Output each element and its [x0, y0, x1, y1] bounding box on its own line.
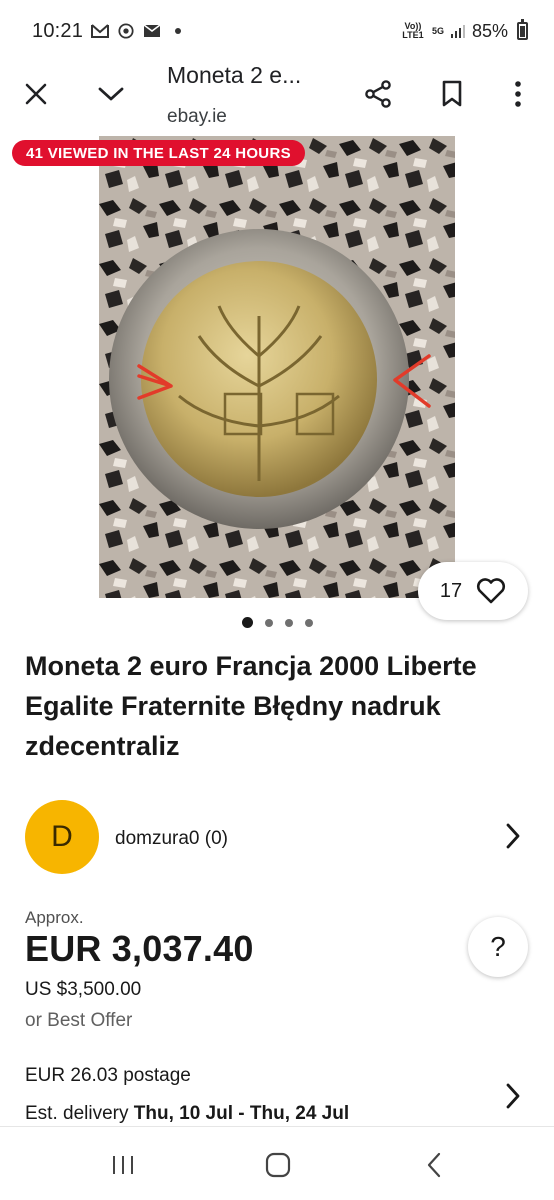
back-icon	[427, 1152, 441, 1178]
volte-icon: Vo)) LTE1	[402, 21, 424, 40]
signal-icon	[450, 25, 465, 38]
home-button[interactable]	[258, 1147, 298, 1183]
bookmark-button[interactable]	[430, 72, 474, 116]
best-offer-label: or Best Offer	[25, 1010, 133, 1031]
more-vert-icon	[515, 81, 521, 107]
avatar: D	[25, 800, 99, 874]
watch-count: 17	[439, 579, 463, 602]
share-icon	[365, 80, 391, 108]
chrome-icon	[118, 23, 134, 39]
system-nav-bar	[0, 1126, 554, 1200]
home-icon	[265, 1152, 291, 1178]
item-price: EUR 3,037.40	[25, 928, 254, 969]
question-icon: ?	[490, 931, 506, 962]
heart-icon	[477, 578, 506, 604]
back-button[interactable]	[414, 1147, 454, 1183]
seller-row[interactable]: D domzura0 (0)	[0, 800, 554, 878]
bookmark-icon	[442, 80, 462, 107]
close-icon	[25, 83, 47, 105]
usd-price: US $3,500.00	[25, 979, 142, 1000]
close-button[interactable]	[14, 72, 58, 116]
battery-percent: 85%	[471, 20, 508, 41]
chevron-down-icon	[98, 87, 124, 101]
watch-button[interactable]: 17	[418, 562, 528, 620]
delivery-label: Est. delivery	[25, 1103, 134, 1124]
notification-dot-icon	[175, 28, 182, 34]
mail-icon	[143, 24, 161, 37]
status-time: 10:21	[32, 19, 84, 42]
coin-image	[99, 136, 455, 598]
recents-button[interactable]	[103, 1147, 143, 1183]
pagination-dot[interactable]	[304, 618, 313, 627]
page-title: Moneta 2 e...	[167, 62, 302, 88]
collapse-button[interactable]	[89, 72, 133, 116]
approx-label: Approx.	[25, 908, 84, 927]
pagination-dot[interactable]	[241, 617, 253, 628]
chevron-right-icon[interactable]	[505, 822, 521, 850]
page-domain: ebay.ie	[167, 106, 227, 127]
viewed-badge: 41 VIEWED IN THE LAST 24 HOURS	[12, 140, 305, 166]
pagination-dot[interactable]	[264, 618, 273, 627]
coin-photo[interactable]	[99, 136, 455, 598]
image-gallery[interactable]: 41 VIEWED IN THE LAST 24 HOURS	[0, 136, 554, 598]
share-button[interactable]	[356, 72, 400, 116]
chevron-right-icon[interactable]	[505, 1082, 521, 1110]
price-help-button[interactable]: ?	[468, 917, 528, 977]
pagination-dot[interactable]	[284, 618, 293, 627]
delivery-dates: Thu, 10 Jul - Thu, 24 Jul	[133, 1103, 350, 1124]
network-type-icon: 5G	[431, 25, 444, 36]
gmail-icon	[91, 24, 110, 38]
postage-cost: EUR 26.03 postage	[25, 1065, 191, 1086]
browser-toolbar: Moneta 2 e... ebay.ie	[0, 62, 554, 136]
battery-icon	[517, 19, 528, 40]
more-options-button[interactable]	[496, 72, 540, 116]
item-title: Moneta 2 euro Francja 2000 Liberte Egali…	[25, 651, 477, 761]
status-bar: 10:21 Vo)) LTE1 5G 85%	[0, 0, 554, 62]
seller-name[interactable]: domzura0 (0)	[115, 828, 228, 850]
avatar-initial: D	[51, 820, 73, 853]
recents-icon	[113, 1156, 133, 1174]
delivery-estimate: Est. delivery Thu, 10 Jul - Thu, 24 Jul	[25, 1103, 349, 1125]
